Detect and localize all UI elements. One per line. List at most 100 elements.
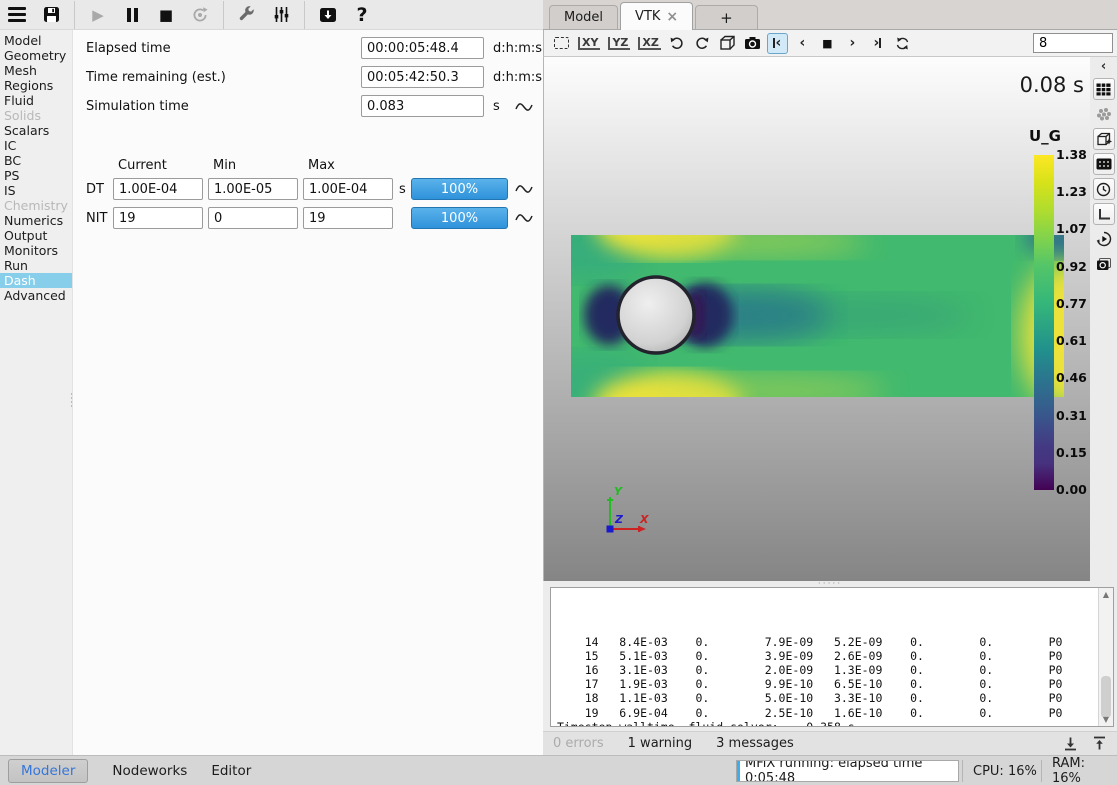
elapsed-time-label: Elapsed time (86, 41, 171, 56)
plot-nit-icon[interactable] (514, 211, 534, 225)
nit-progress-bar: 100% (411, 207, 508, 229)
reset-view-button[interactable] (551, 33, 572, 54)
next-frame-button[interactable]: › (842, 33, 863, 54)
dt-min-input[interactable] (208, 178, 298, 200)
dt-max-input[interactable] (303, 178, 393, 200)
refresh-button[interactable] (892, 33, 913, 54)
reset-button[interactable] (183, 1, 217, 29)
time-remaining-input[interactable] (361, 66, 484, 88)
terminal-output[interactable]: 14 8.4E-03 0. 7.9E-09 5.2E-09 0. 0. P0 1… (550, 587, 1114, 727)
errors-count[interactable]: 0 errors (553, 736, 604, 751)
sidebar-item[interactable]: Dash (0, 273, 72, 288)
messages-count[interactable]: 3 messages (716, 736, 794, 751)
time-label-toggle-button[interactable] (1093, 178, 1115, 200)
scrollbar-up-icon[interactable]: ▲ (1099, 590, 1113, 599)
stop-button[interactable]: ■ (149, 1, 183, 29)
scroll-to-bottom-icon[interactable] (1063, 736, 1078, 751)
menu-button[interactable] (0, 1, 34, 29)
scrollbar-down-icon[interactable]: ▼ (1099, 715, 1113, 724)
frame-index-input[interactable] (1033, 33, 1113, 53)
simulation-time-input[interactable] (361, 95, 484, 117)
terminal-scrollbar[interactable]: ▲ ▼ (1098, 588, 1113, 726)
dt-current-input[interactable] (113, 178, 203, 200)
clock-icon (1096, 182, 1111, 197)
nit-min-input[interactable] (208, 207, 298, 229)
last-frame-button[interactable]: › (867, 33, 888, 54)
new-tab-button[interactable]: + (695, 5, 758, 29)
tab-model[interactable]: Model (549, 5, 618, 29)
export-button[interactable] (311, 1, 345, 29)
sidebar-item[interactable]: Scalars (0, 123, 72, 138)
sidebar-item[interactable]: Fluid (0, 93, 72, 108)
view-xz-button[interactable]: XZ (636, 33, 662, 54)
sidebar-item[interactable]: Chemistry (0, 198, 72, 213)
warnings-count[interactable]: 1 warning (628, 736, 692, 751)
perspective-button[interactable] (717, 33, 738, 54)
sidebar-item[interactable]: Regions (0, 78, 72, 93)
sidebar-item[interactable]: Mesh (0, 63, 72, 78)
time-remaining-unit: d:h:m:s (493, 70, 542, 85)
pause-button[interactable] (115, 1, 149, 29)
axis-z-label: Z (614, 513, 624, 526)
run-status-progress: MFiX running: elapsed time 0:05:48 (736, 760, 959, 782)
reset-view-icon (554, 37, 569, 49)
prev-frame-button[interactable]: ‹ (792, 33, 813, 54)
scroll-to-top-icon[interactable] (1092, 736, 1107, 751)
rotate-right-button[interactable] (692, 33, 713, 54)
view-yz-button[interactable]: YZ (606, 33, 632, 54)
cylinder-obstacle (618, 277, 694, 353)
plot-simulation-time-icon[interactable] (514, 100, 534, 114)
sidebar-item[interactable]: Geometry (0, 48, 72, 63)
sidebar-item[interactable]: Monitors (0, 243, 72, 258)
help-button[interactable]: ? (345, 1, 379, 29)
axes-toggle-button[interactable] (1093, 203, 1115, 225)
play-animation-button[interactable] (1093, 228, 1115, 250)
snapshot-button[interactable] (742, 33, 763, 54)
camera-icon (744, 36, 761, 50)
view-xy-button[interactable]: XY (576, 33, 602, 54)
sidebar-item[interactable]: Output (0, 228, 72, 243)
sidebar-item[interactable]: IS (0, 183, 72, 198)
first-frame-button[interactable]: ‹ (767, 33, 788, 54)
mode-modeler-button[interactable]: Modeler (8, 759, 88, 783)
scrollbar-thumb[interactable] (1101, 676, 1111, 717)
run-button[interactable]: ▶ (81, 1, 115, 29)
rotate-cw-icon (694, 35, 710, 51)
sidebar-item[interactable]: Run (0, 258, 72, 273)
sidebar-item[interactable]: Solids (0, 108, 72, 123)
parameters-button[interactable] (264, 1, 298, 29)
plot-dt-icon[interactable] (514, 182, 534, 196)
cells-toggle-button[interactable] (1093, 78, 1115, 100)
close-tab-icon[interactable]: × (666, 9, 678, 25)
sidebar-item[interactable]: Numerics (0, 213, 72, 228)
rotate-left-button[interactable] (667, 33, 688, 54)
mode-editor-button[interactable]: Editor (211, 763, 251, 779)
terminal-line: 16 3.1E-03 0. 2.0E-09 1.3E-09 0. 0. P0 (557, 663, 1095, 677)
settings-button[interactable] (230, 1, 264, 29)
terminal-line: Timestep walltime, fluid solver: 0.358 s (557, 720, 1095, 727)
elapsed-time-input[interactable] (361, 37, 484, 59)
terminal-panel: ····· 14 8.4E-03 0. 7.9E-09 5.2E-09 0. 0… (543, 581, 1117, 731)
stop-icon: ■ (159, 6, 173, 24)
sidebar-item[interactable]: BC (0, 153, 72, 168)
geometry-toggle-button[interactable] (1093, 128, 1115, 150)
mode-nodeworks-button[interactable]: Nodeworks (112, 763, 187, 779)
sidebar-item[interactable]: PS (0, 168, 72, 183)
sidebar-item[interactable]: IC (0, 138, 72, 153)
simulation-time-overlay: 0.08 s (1020, 73, 1084, 97)
mesh-toggle-button[interactable] (1093, 153, 1115, 175)
sidebar-item[interactable]: Advanced (0, 288, 72, 303)
tab-vtk[interactable]: VTK × (620, 2, 693, 30)
collapse-panel-button[interactable]: ‹ (1101, 57, 1106, 75)
vtk-viewport[interactable]: 0.08 s (543, 57, 1090, 581)
nit-max-input[interactable] (303, 207, 393, 229)
ram-usage: RAM: 16% (1041, 760, 1117, 782)
nit-current-input[interactable] (113, 207, 203, 229)
stop-playback-button[interactable]: ■ (817, 33, 838, 54)
record-video-button[interactable] (1093, 253, 1115, 275)
time-remaining-label: Time remaining (est.) (86, 70, 226, 85)
save-button[interactable] (34, 1, 68, 29)
particles-toggle-button[interactable] (1093, 103, 1115, 125)
sidebar-item[interactable]: Model (0, 33, 72, 48)
cpu-usage: CPU: 16% (962, 760, 1041, 782)
